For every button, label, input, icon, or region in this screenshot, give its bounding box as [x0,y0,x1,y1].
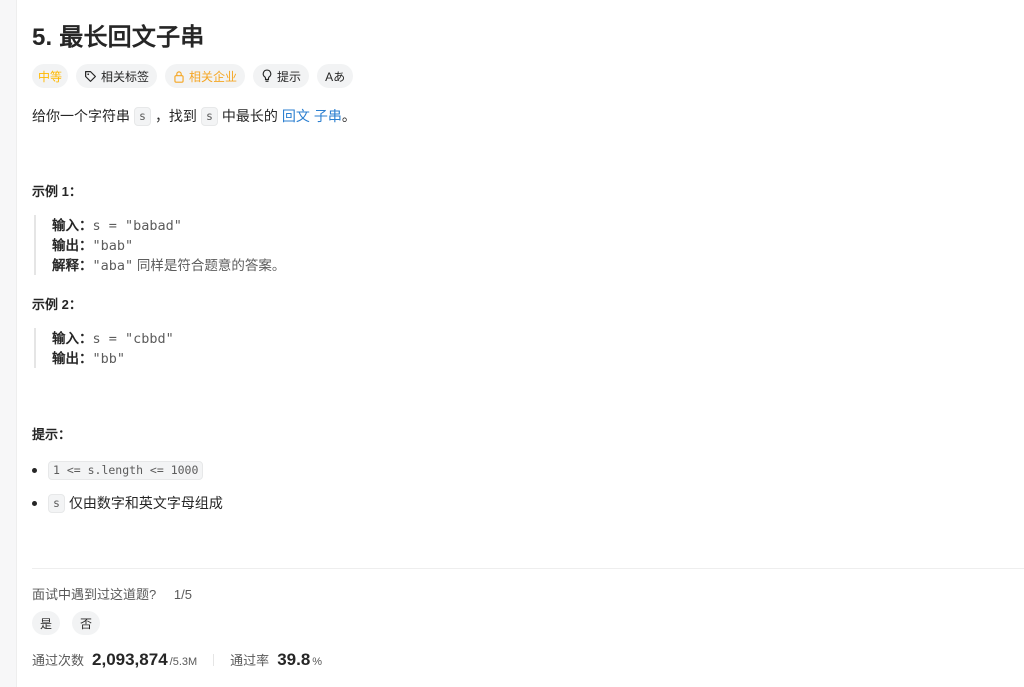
problem-title: 5. 最长回文子串 [32,24,205,51]
constraint-text: 仅由数字和英文字母组成 [68,495,223,511]
lock-icon [173,70,185,83]
example-1-block: 输入：s = "babad" 输出："bab" 解释："aba" 同样是符合题意… [34,215,285,275]
explanation-value: "aba" [92,258,134,274]
bullet-dot [32,500,37,506]
list-item: s 仅由数字和英文字母组成 [32,491,223,515]
submission-count: /5.3M [169,656,198,668]
related-tags-button[interactable]: 相关标签 [76,64,158,88]
interview-pagination: 1/5 [173,587,192,602]
example-output: 输出："bab" [52,235,285,255]
input-value: s = "cbbd" [92,331,174,347]
input-key: 输入： [52,331,93,346]
example-2-label: 示例 2： [32,297,82,312]
example-input: 输入：s = "cbbd" [52,328,174,348]
list-item: 1 <= s.length <= 1000 [32,458,223,482]
submission-stats: 通过次数 2,093,874 /5.3M 通过率 39.8 % [32,650,322,670]
input-value: s = "babad" [92,218,182,234]
inline-code: s [134,106,151,126]
example-explanation: 解释："aba" 同样是符合题意的答案。 [52,255,285,275]
constraints-label: 提示： [32,427,72,442]
percent-unit: % [312,656,323,668]
statement-text: 中最长的 [221,108,278,124]
problem-statement: 给你一个字符串 s ，找到 s 中最长的 回文 子串 。 [32,106,356,126]
acceptance-rate-value: 39.8 [277,650,311,669]
output-value: "bab" [92,238,134,254]
inline-code: s [200,106,218,126]
accepted-count: 2,093,874 [92,650,168,669]
explanation-key: 解释： [52,258,93,273]
translate-button[interactable]: Aあ [317,64,354,88]
divider [32,568,1024,569]
interview-question-text: 面试中遇到过这道题? [32,587,157,602]
accepted-label: 通过次数 [32,653,85,668]
interview-question: 面试中遇到过这道题? 1/5 [32,584,192,603]
constraints-list: 1 <= s.length <= 1000 s 仅由数字和英文字母组成 [32,458,223,524]
related-companies-label: 相关企业 [189,69,238,84]
example-output: 输出："bb" [52,348,174,368]
related-tags-label: 相关标签 [101,69,150,84]
statement-text: ，找到 [154,108,197,124]
stats-separator [213,654,215,666]
palindrome-link[interactable]: 回文 [282,106,310,126]
translate-icon: Aあ [325,69,346,84]
tag-icon [84,70,97,83]
yes-button[interactable]: 是 [32,611,60,635]
example-input: 输入：s = "babad" [52,215,285,235]
lightbulb-icon [261,69,273,83]
hint-button[interactable]: 提示 [253,64,310,88]
inline-code: s [48,493,65,513]
output-value: "bb" [92,351,126,367]
example-1-label: 示例 1： [32,184,82,199]
related-companies-button[interactable]: 相关企业 [165,64,246,88]
substring-link[interactable]: 子串 [314,106,342,126]
interview-answer-buttons: 是 否 [32,611,100,635]
acceptance-rate-label: 通过率 [230,653,270,668]
statement-text: 。 [341,108,356,124]
difficulty-badge[interactable]: 中等 [32,64,69,88]
example-2-block: 输入：s = "cbbd" 输出："bb" [34,328,174,368]
tag-row: 中等 相关标签 相关企业 提示 Aあ [32,64,354,88]
left-panel-edge [0,0,17,687]
hint-label: 提示 [277,69,302,84]
input-key: 输入： [52,218,93,233]
statement-text: 给你一个字符串 [32,108,130,124]
output-key: 输出： [52,238,93,253]
output-key: 输出： [52,351,93,366]
no-button[interactable]: 否 [72,611,100,635]
inline-code: 1 <= s.length <= 1000 [48,460,204,480]
bullet-dot [32,467,37,473]
explanation-text: 同样是符合题意的答案。 [133,258,286,273]
